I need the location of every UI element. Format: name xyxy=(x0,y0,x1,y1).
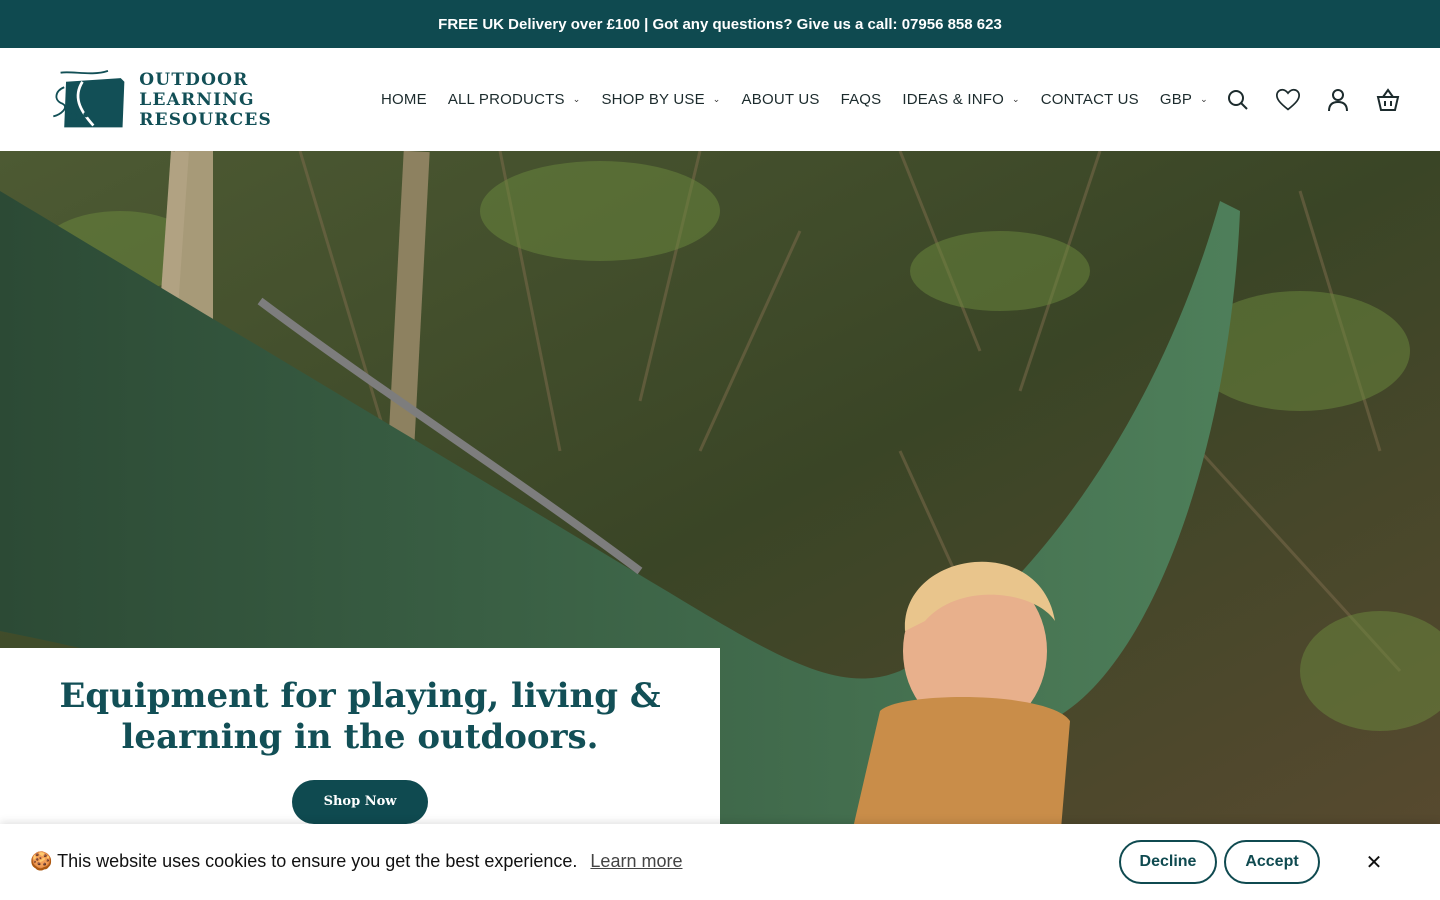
site-logo[interactable]: OUTDOOR LEARNING RESOURCES xyxy=(46,66,272,134)
basket-icon[interactable] xyxy=(1376,87,1400,112)
cookie-text: This website uses cookies to ensure you … xyxy=(57,851,578,871)
nav-contact-label: CONTACT US xyxy=(1040,91,1139,108)
nav-home-label: HOME xyxy=(381,91,427,108)
logo-line-1: OUTDOOR xyxy=(139,70,249,90)
search-icon[interactable] xyxy=(1226,88,1250,112)
learn-more-link[interactable]: Learn more xyxy=(590,851,682,871)
site-header: OUTDOOR LEARNING RESOURCES HOME ALL PROD… xyxy=(0,48,1440,151)
currency-label: GBP xyxy=(1159,91,1193,108)
decline-button[interactable]: Decline xyxy=(1119,840,1217,884)
nav-shop-by-use-label: SHOP BY USE xyxy=(601,91,705,108)
logo-line-3: RESOURCES xyxy=(139,110,272,130)
nav-ideas-label: IDEAS & INFO xyxy=(902,91,1004,108)
close-icon[interactable]: ✕ xyxy=(1362,850,1386,874)
nav-all-products[interactable]: ALL PRODUCTS ⌄ xyxy=(448,91,581,108)
nav-about[interactable]: ABOUT US xyxy=(742,91,820,108)
nav-ideas[interactable]: IDEAS & INFO ⌄ xyxy=(902,91,1019,108)
nav-about-label: ABOUT US xyxy=(741,91,820,108)
nav-shop-by-use[interactable]: SHOP BY USE ⌄ xyxy=(601,91,720,108)
currency-selector[interactable]: GBP ⌄ xyxy=(1160,91,1208,108)
cookie-banner: 🍪 This website uses cookies to ensure yo… xyxy=(0,824,1440,900)
nav-home[interactable]: HOME xyxy=(381,91,427,108)
logo-line-2: LEARNING xyxy=(139,90,255,110)
chevron-down-icon: ⌄ xyxy=(712,94,721,104)
logo-emblem-icon xyxy=(53,69,125,128)
cookie-message: 🍪 This website uses cookies to ensure yo… xyxy=(30,851,682,872)
accept-button[interactable]: Accept xyxy=(1224,840,1320,884)
logo-text: OUTDOOR LEARNING RESOURCES xyxy=(139,70,272,130)
hero-card: Equipment for playing, living & learning… xyxy=(0,648,720,828)
nav-all-products-label: ALL PRODUCTS xyxy=(447,91,565,108)
chevron-down-icon: ⌄ xyxy=(1200,94,1208,104)
announcement-text: FREE UK Delivery over £100 | Got any que… xyxy=(438,15,1002,33)
shop-now-button[interactable]: Shop Now xyxy=(292,780,428,824)
hero-title-line-2: learning in the outdoors. xyxy=(121,717,599,757)
hero-title-line-1: Equipment for playing, living & xyxy=(59,676,661,716)
heart-icon[interactable] xyxy=(1276,88,1300,112)
user-icon[interactable] xyxy=(1326,88,1350,112)
nav-faqs[interactable]: FAQS xyxy=(841,91,882,108)
hero-title: Equipment for playing, living & learning… xyxy=(0,676,720,758)
hero-banner: Equipment for playing, living & learning… xyxy=(0,151,1440,900)
nav-faqs-label: FAQS xyxy=(840,91,882,108)
announcement-bar: FREE UK Delivery over £100 | Got any que… xyxy=(0,0,1440,48)
chevron-down-icon: ⌄ xyxy=(1011,94,1020,104)
nav-contact[interactable]: CONTACT US xyxy=(1041,91,1139,108)
header-icons xyxy=(1226,48,1400,151)
chevron-down-icon: ⌄ xyxy=(572,94,581,104)
main-nav: HOME ALL PRODUCTS ⌄ SHOP BY USE ⌄ ABOUT US… xyxy=(381,48,1229,151)
cookie-icon: 🍪 xyxy=(30,851,53,871)
